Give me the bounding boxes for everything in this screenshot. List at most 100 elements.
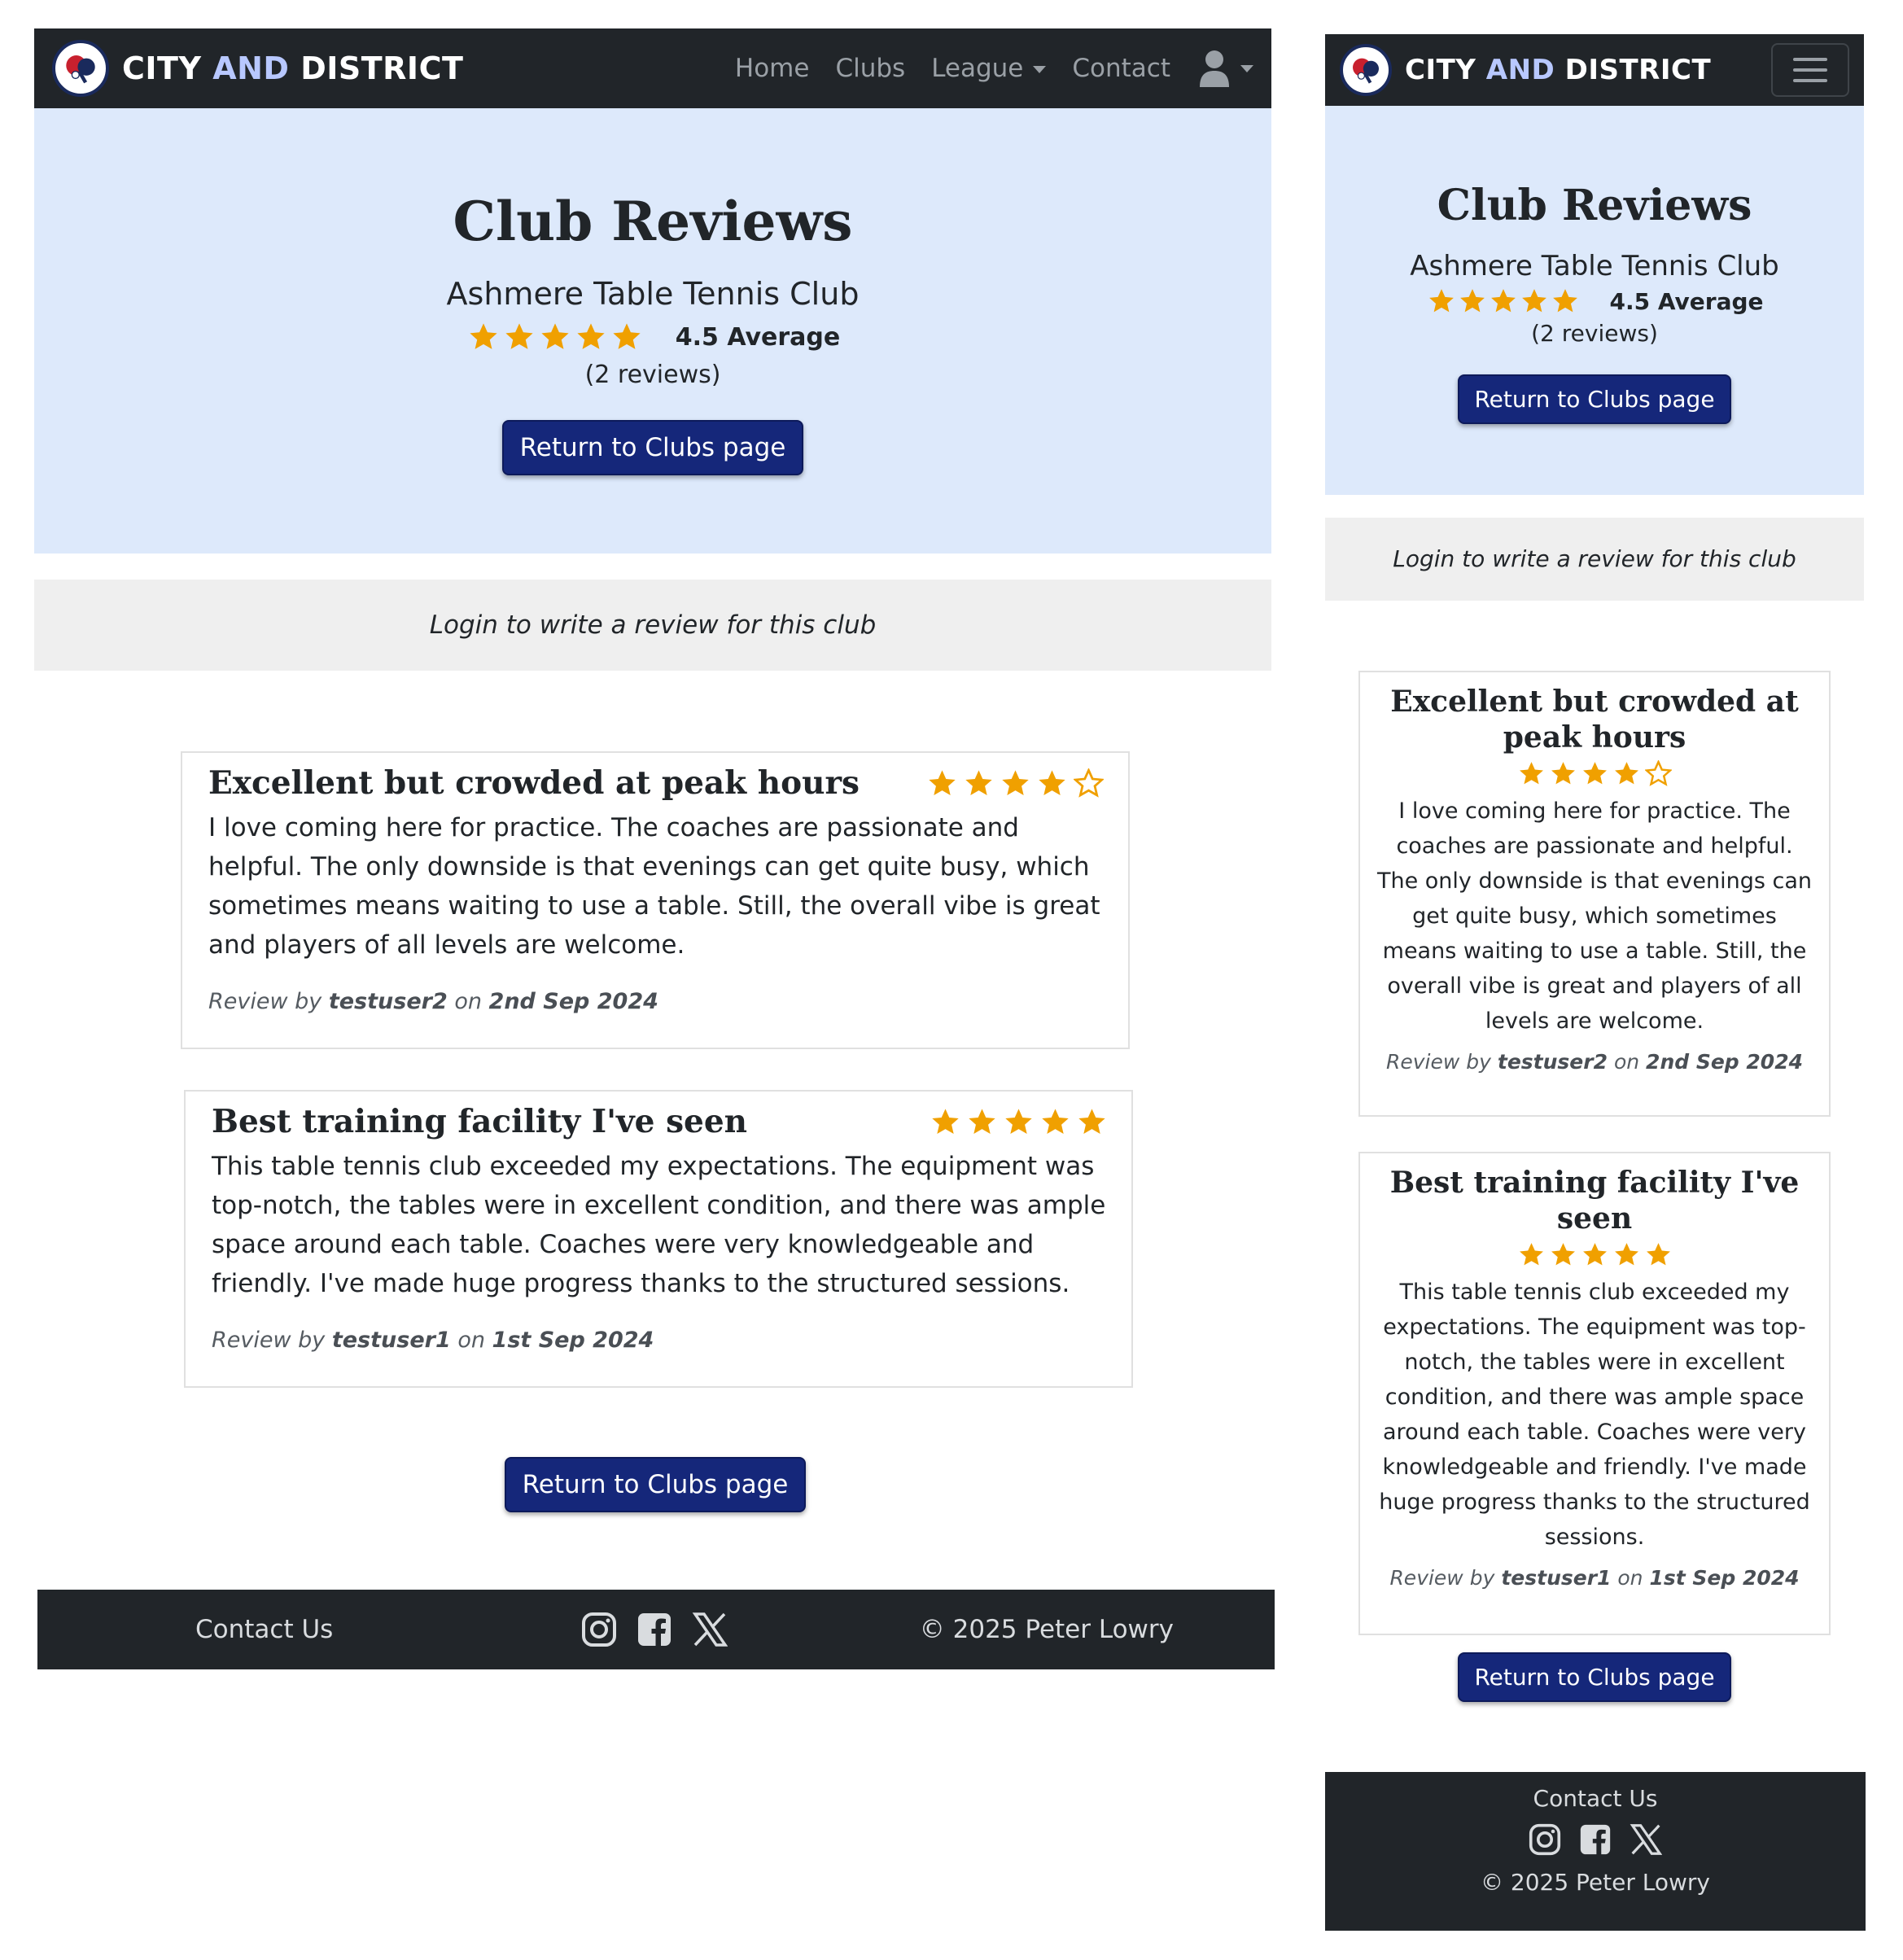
review-title: Best training facility I've seen [1389,1166,1800,1236]
review-title: Excellent but crowded at peak hours [1390,685,1799,755]
star-filled-icon [1490,289,1516,313]
star-filled-icon [965,769,992,795]
star-filled-icon [577,323,605,349]
review-card: Excellent but crowded at peak hours I lo… [1358,671,1831,1117]
instagram-icon[interactable] [581,1612,617,1647]
star-filled-icon [1428,289,1454,313]
star-filled-icon [929,769,956,795]
star-outline-icon [1644,760,1672,786]
star-filled-icon [1042,1108,1069,1134]
club-logo-icon [1340,44,1392,96]
average-label: 4.5 Average [675,322,841,352]
return-to-clubs-button-bottom[interactable]: Return to Clubs page [504,1457,807,1512]
footer: Contact Us © 2025 Peter Lowry [37,1590,1275,1669]
review-count: (2 reviews) [584,361,721,389]
nav-contact[interactable]: Contact [1072,54,1170,83]
brand-name: CITY AND DISTRICT [1405,54,1712,86]
star-filled-icon [969,1108,995,1134]
review-title: Excellent but crowded at peak hours [208,764,860,802]
review-body: I love coming here for practice. The coa… [208,813,1100,960]
nav-league-dropdown[interactable]: League [931,54,1047,83]
average-rating: 4.5 Average [1325,287,1864,315]
star-outline-icon [1074,768,1104,798]
brand-name: CITY AND DISTRICT [122,50,464,86]
star-filled-icon [1614,1243,1638,1266]
review-meta: Review by testuser2 on 2nd Sep 2024 [208,989,658,1014]
club-name: Ashmere Table Tennis Club [446,276,860,312]
hero-section: Club Reviews Ashmere Table Tennis Club 4… [34,108,1271,553]
nav-links: Home Clubs League Contact [709,50,1253,87]
review-author: testuser2 [1497,1050,1608,1074]
star-filled-icon [541,323,569,349]
review-body: This table tennis club exceeded my expec… [1379,1280,1810,1550]
desktop-view: CITY AND DISTRICT Home Clubs League Cont… [34,28,1275,1673]
page-title: Club Reviews [1437,181,1752,230]
star-filled-icon [505,323,533,349]
review-body: This table tennis club exceeded my expec… [212,1152,1106,1298]
review-date: 1st Sep 2024 [1649,1566,1800,1590]
login-prompt[interactable]: Login to write a review for this club [34,580,1271,671]
star-filled-icon [1039,769,1065,795]
review-stars [1516,1241,1674,1268]
star-filled-icon [932,1108,959,1134]
return-to-clubs-button[interactable]: Return to Clubs page [501,420,804,475]
review-date: 2nd Sep 2024 [488,989,658,1014]
star-filled-icon [1646,1243,1670,1266]
review-title: Best training facility I've seen [212,1103,748,1140]
footer-contact-link[interactable]: Contact Us [195,1615,333,1644]
club-name: Ashmere Table Tennis Club [1410,250,1779,282]
star-filled-icon [1459,289,1485,313]
star-filled-icon [1551,1243,1575,1266]
review-meta: Review by testuser2 on 2nd Sep 2024 [1386,1050,1803,1074]
x-icon[interactable] [692,1612,728,1647]
footer-copyright: © 2025 Peter Lowry [1480,1869,1710,1896]
return-to-clubs-button-bottom[interactable]: Return to Clubs page [1458,1652,1731,1702]
star-filled-icon [1521,289,1546,313]
x-icon[interactable] [1630,1823,1662,1856]
navbar: CITY AND DISTRICT [1325,34,1864,106]
club-logo-icon [52,40,109,97]
social-links [1325,1823,1866,1856]
footer-contact-link[interactable]: Contact Us [1325,1772,1866,1812]
review-card: Excellent but crowded at peak hours I lo… [181,751,1130,1049]
social-links [581,1612,747,1647]
instagram-icon[interactable] [1529,1823,1561,1856]
review-stars [924,1107,1107,1137]
hamburger-icon [1793,58,1827,61]
star-filled-icon [470,323,497,349]
nav-home[interactable]: Home [735,54,810,83]
star-filled-icon [1002,769,1029,795]
star-filled-icon [1005,1108,1032,1134]
average-label: 4.5 Average [1609,287,1764,315]
star-filled-icon [613,323,641,349]
review-card: Best training facility I've seen This ta… [1358,1152,1831,1635]
page-title: Club Reviews [453,190,853,253]
login-prompt[interactable]: Login to write a review for this club [1325,518,1864,601]
review-date: 1st Sep 2024 [492,1328,654,1353]
review-meta: Review by testuser1 on 1st Sep 2024 [1389,1566,1800,1590]
average-stars [466,322,645,352]
average-rating: 4.5 Average [34,322,1271,352]
facebook-icon[interactable] [1579,1823,1612,1856]
hero-section: Club Reviews Ashmere Table Tennis Club 4… [1325,106,1864,495]
review-stars [1516,760,1674,787]
star-filled-icon [1582,1243,1607,1266]
review-meta: Review by testuser1 on 1st Sep 2024 [212,1328,654,1353]
user-menu-dropdown[interactable] [1198,50,1253,87]
brand-link[interactable]: CITY AND DISTRICT [52,40,463,97]
caret-down-icon [1240,64,1253,72]
star-filled-icon [1078,1108,1105,1134]
review-card: Best training facility I've seen This ta… [184,1090,1133,1388]
review-author: testuser2 [328,989,448,1014]
nav-clubs[interactable]: Clubs [835,54,905,83]
star-filled-icon [1552,289,1577,313]
mobile-view: CITY AND DISTRICT Club Reviews Ashmere T… [1325,34,1866,1931]
menu-toggle-button[interactable] [1771,43,1849,97]
return-to-clubs-button[interactable]: Return to Clubs page [1458,374,1731,424]
review-author: testuser1 [1501,1566,1612,1590]
review-count: (2 reviews) [1531,320,1658,347]
average-stars [1426,287,1581,315]
facebook-icon[interactable] [637,1612,672,1647]
brand-link[interactable]: CITY AND DISTRICT [1340,44,1711,96]
review-author: testuser1 [331,1328,451,1353]
